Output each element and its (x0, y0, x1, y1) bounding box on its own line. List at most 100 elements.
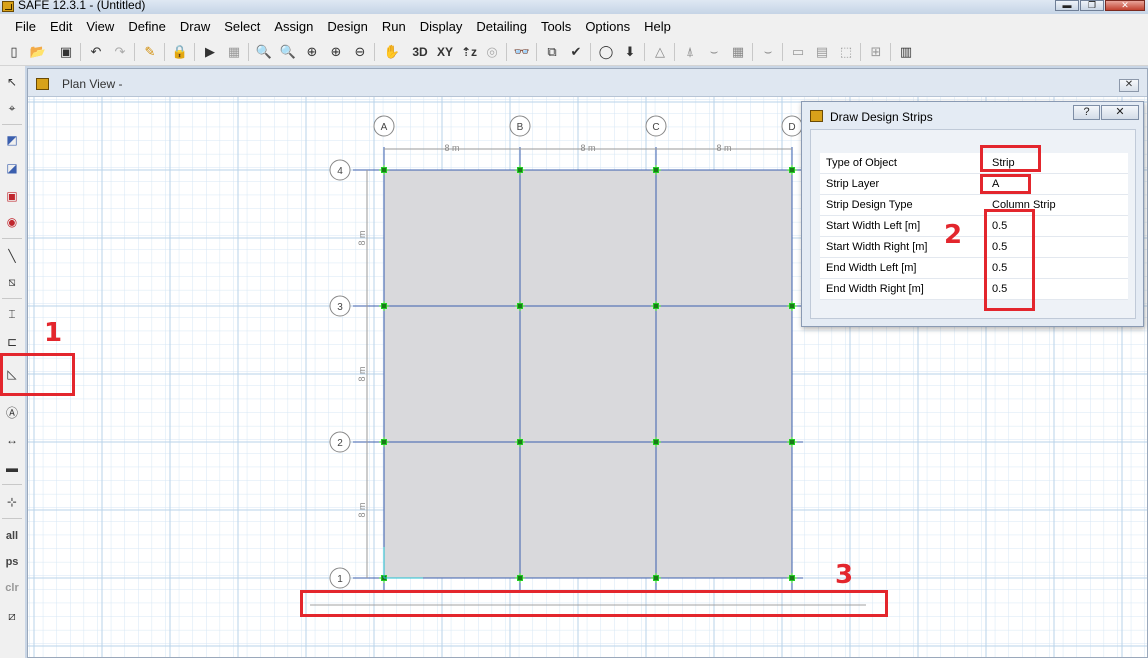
properties-grid: Type of Object Strip Strip Layer A Strip… (820, 153, 1128, 300)
row-end-width-right[interactable]: End Width Right [m] 0.5 (820, 279, 1128, 300)
draw-beam-icon[interactable]: ╲ (2, 246, 22, 266)
table-grid-icon[interactable]: ⊞ (866, 42, 886, 62)
draw-reference-icon[interactable]: ↔ (2, 430, 22, 450)
punching-icon[interactable]: ⬚ (836, 42, 856, 62)
beam-forces-icon[interactable]: ▭ (788, 42, 808, 62)
snap-options-icon[interactable]: ⊹ (2, 492, 22, 512)
annotation-box-3 (300, 590, 888, 617)
row-type-of-object[interactable]: Type of Object Strip (820, 153, 1128, 174)
menu-display[interactable]: Display (413, 14, 470, 39)
zoom-fit-icon[interactable]: ⊖ (350, 42, 370, 62)
circle-icon[interactable]: ◯ (596, 42, 616, 62)
rotate-view-icon[interactable]: ◎ (482, 42, 502, 62)
row-start-width-right[interactable]: Start Width Right [m] 0.5 (820, 237, 1128, 258)
lock-icon[interactable]: 🔒 (170, 42, 190, 62)
draw-slab-icon[interactable]: ◩ (2, 130, 22, 150)
grid-label-x: A (381, 122, 388, 133)
triangle-icon[interactable]: △ (650, 42, 670, 62)
support-icon[interactable]: ⍋ (680, 42, 700, 62)
draw-reference-line-icon[interactable]: ▬ (2, 458, 22, 478)
glasses-icon[interactable]: 👓 (512, 42, 532, 62)
previous-selection-button[interactable]: ps (2, 552, 22, 572)
minimize-button[interactable]: ▬ (1055, 0, 1079, 11)
deformed-shape-icon[interactable]: ⌣ (704, 42, 724, 62)
menu-options[interactable]: Options (578, 14, 637, 39)
select-all-button[interactable]: all (2, 526, 22, 546)
toolbar-separator (374, 43, 375, 61)
clear-selection-button[interactable]: clr (2, 578, 22, 598)
zoom-in-icon[interactable]: ⊕ (302, 42, 322, 62)
run-icon[interactable]: ▶ (200, 42, 220, 62)
plan-view-icon (36, 78, 49, 90)
menu-view[interactable]: View (79, 14, 121, 39)
toolbar-separator (674, 43, 675, 61)
menu-define[interactable]: Define (121, 14, 173, 39)
draw-column-icon[interactable]: ◉ (2, 212, 22, 232)
row-strip-design-type[interactable]: Strip Design Type Column Strip (820, 195, 1128, 216)
save-icon[interactable]: ▣ (56, 42, 76, 62)
grid-label-y: 2 (337, 438, 343, 449)
view-xy-button[interactable]: XY (433, 42, 457, 62)
menu-help[interactable]: Help (637, 14, 678, 39)
dimension-label-y: 8 m (357, 502, 367, 517)
display-tables-icon[interactable]: ▥ (896, 42, 916, 62)
draw-dimension-icon[interactable]: Ⓐ (2, 402, 22, 422)
menu-tools[interactable]: Tools (534, 14, 578, 39)
window-controls: ▬ ❐ ✕ (1055, 0, 1145, 12)
row-end-width-left[interactable]: End Width Left [m] 0.5 (820, 258, 1128, 279)
restore-button[interactable]: ❐ (1080, 0, 1104, 11)
menu-assign[interactable]: Assign (267, 14, 320, 39)
menu-detailing[interactable]: Detailing (469, 14, 534, 39)
intersect-selection-icon[interactable]: ⧄ (2, 606, 22, 626)
menu-run[interactable]: Run (375, 14, 413, 39)
slab-area[interactable] (383, 169, 793, 579)
check-icon[interactable]: ✔ (566, 42, 586, 62)
grid-point (517, 167, 523, 173)
pencil-icon[interactable]: ✎ (140, 42, 160, 62)
menu-file[interactable]: File (8, 14, 43, 39)
reshape-icon[interactable]: ⌖ (2, 98, 22, 118)
draw-rectangle-slab-icon[interactable]: ◪ (2, 158, 22, 178)
zoom-restore-icon[interactable]: 🔍 (278, 42, 298, 62)
strip-forces-icon[interactable]: ⌣ (758, 42, 778, 62)
slab-forces-icon[interactable]: ▤ (812, 42, 832, 62)
redo-icon[interactable]: ↷ (110, 42, 130, 62)
draw-wall-icon[interactable]: ⊏ (2, 332, 22, 352)
load-arrow-icon[interactable]: ⬇ (620, 42, 640, 62)
plan-view-close-button[interactable]: ✕ (1119, 79, 1139, 92)
toolbar-separator (536, 43, 537, 61)
menu-select[interactable]: Select (217, 14, 267, 39)
pointer-icon[interactable]: ↖ (2, 72, 22, 92)
view-z-button[interactable]: ⇡z (457, 42, 481, 62)
draw-design-strips-dialog: Draw Design Strips ? ✕ Type of Object St… (801, 101, 1144, 327)
grid-point (653, 303, 659, 309)
run-disabled-icon[interactable]: ▦ (224, 42, 244, 62)
pan-hand-icon[interactable]: ✋ (382, 42, 402, 62)
contour-icon[interactable]: ▦ (728, 42, 748, 62)
zoom-out-icon[interactable]: ⊕ (326, 42, 346, 62)
object-shrink-icon[interactable]: ⧉ (542, 42, 562, 62)
toolbar-separator (644, 43, 645, 61)
draw-tendon-icon[interactable]: ⌶ (2, 304, 22, 324)
dialog-close-button[interactable]: ✕ (1101, 105, 1139, 120)
new-file-icon[interactable]: ▯ (4, 42, 24, 62)
close-button[interactable]: ✕ (1105, 0, 1145, 11)
menu-edit[interactable]: Edit (43, 14, 79, 39)
undo-icon[interactable]: ↶ (86, 42, 106, 62)
open-folder-icon[interactable]: 📂 (28, 42, 48, 62)
menu-draw[interactable]: Draw (173, 14, 217, 39)
window-title-bar: SAFE 12.3.1 - (Untitled) ▬ ❐ ✕ (0, 0, 1148, 14)
view-3d-button[interactable]: 3D (408, 42, 432, 62)
annotation-box-layer (980, 174, 1031, 194)
grid-label-x: D (788, 122, 795, 133)
menu-design[interactable]: Design (320, 14, 374, 39)
dimension-label-y: 8 m (357, 366, 367, 381)
toolbar-separator (2, 124, 22, 125)
quick-draw-area-icon[interactable]: ▣ (2, 186, 22, 206)
row-start-width-left[interactable]: Start Width Left [m] 0.5 (820, 216, 1128, 237)
dialog-help-button[interactable]: ? (1073, 105, 1100, 120)
row-strip-layer[interactable]: Strip Layer A (820, 174, 1128, 195)
toolbar-separator (80, 43, 81, 61)
zoom-window-icon[interactable]: 🔍 (254, 42, 274, 62)
draw-line-icon[interactable]: ⧅ (2, 272, 22, 292)
